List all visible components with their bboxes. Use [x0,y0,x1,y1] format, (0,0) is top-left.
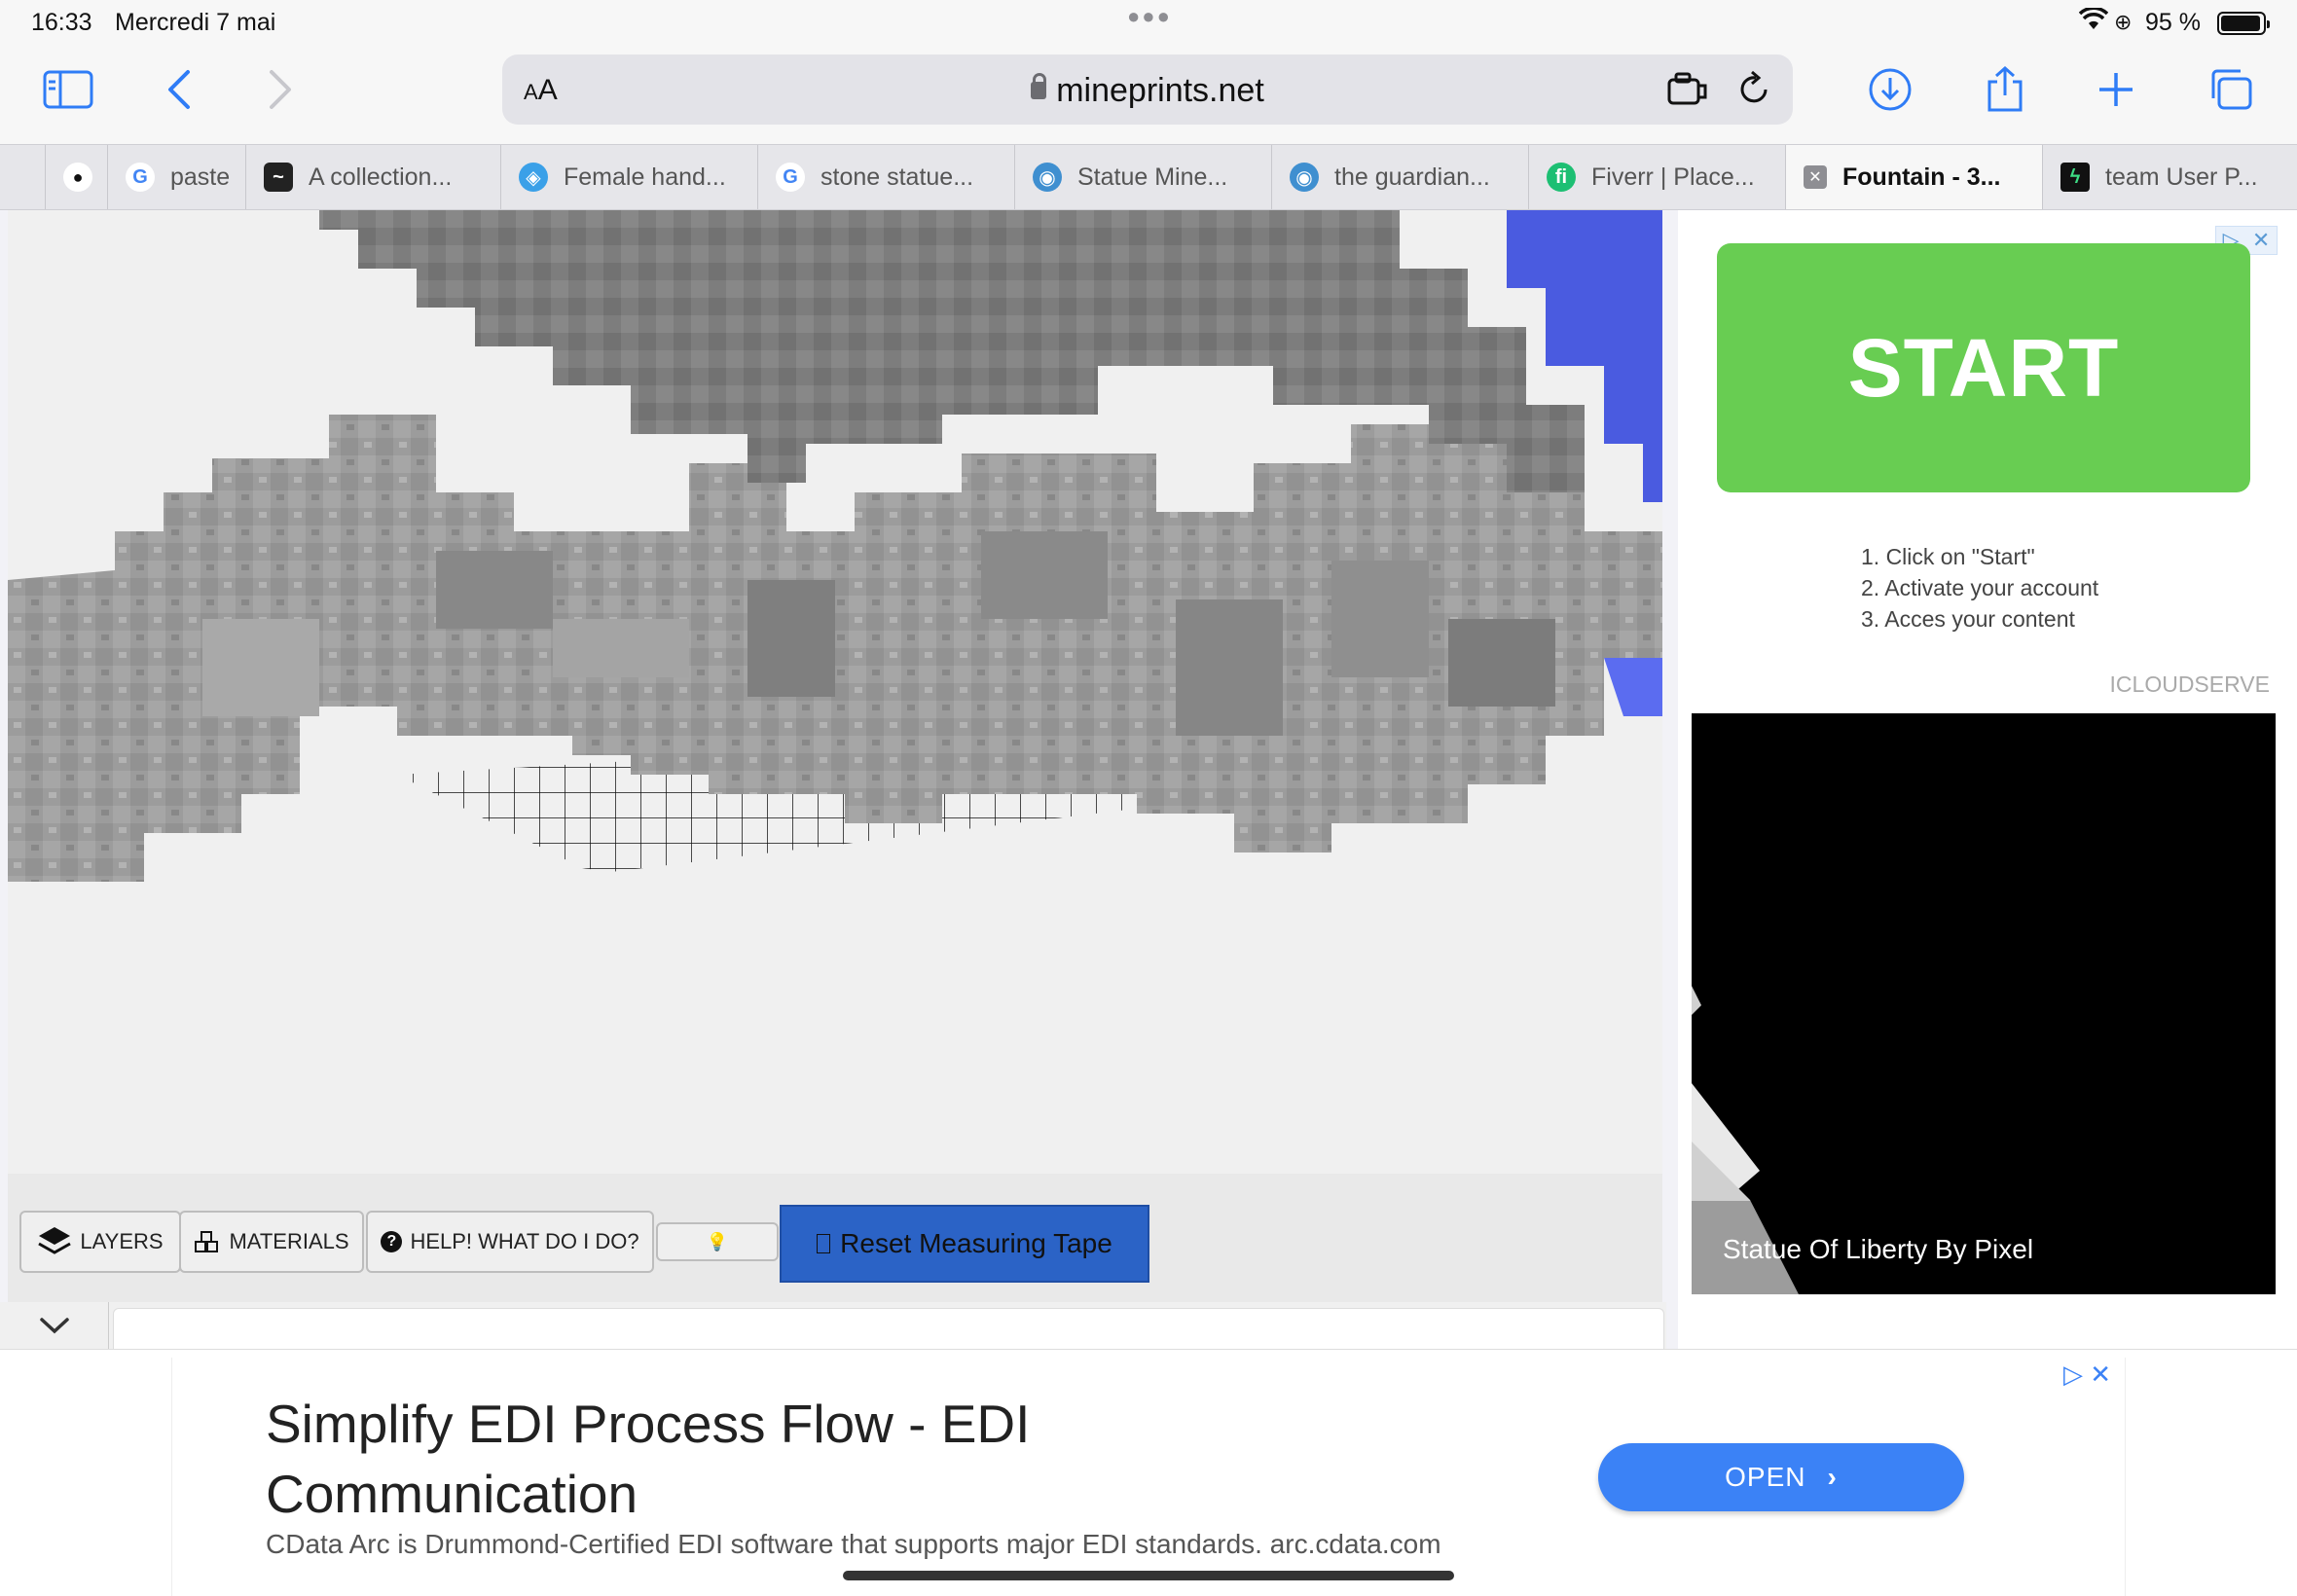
bolt-icon: ϟ [2060,163,2090,192]
video-player[interactable]: Statue Of Liberty By Pixel [1692,713,2276,1294]
sidebar-toggle-icon[interactable] [35,58,101,121]
tape-icon [817,1234,831,1253]
ad-step: 1. Click on "Start" [1861,544,2035,569]
collapse-button[interactable] [0,1302,109,1349]
ad-headline[interactable]: Simplify EDI Process Flow - EDI Communic… [266,1389,1161,1529]
help-button[interactable]: ? HELP! WHAT DO I DO? [366,1211,654,1273]
battery-percent: 95 % [2145,9,2201,36]
home-indicator[interactable] [843,1571,1454,1580]
battery-icon [2217,12,2270,35]
forward-icon[interactable] [247,58,313,121]
blocks-icon [195,1231,219,1252]
panel-content [113,1308,1664,1349]
wifi-icon [2079,8,2108,29]
google-icon: G [126,163,155,192]
globe-icon: ◉ [1033,163,1062,192]
tab-fountain[interactable]: ✕ Fountain - 3... [1785,145,2042,209]
status-date: Mercredi 7 mai [115,9,276,36]
tab-collection[interactable]: ~ A collection... [245,145,500,209]
browser-toolbar: AA mineprints.net [0,45,2297,144]
stone-block [981,531,1108,619]
fiverr-icon: fi [1547,163,1576,192]
stone-block [553,619,689,677]
lock-icon [1031,73,1047,99]
tab-fiverr[interactable]: fi Fiverr | Place... [1528,145,1785,209]
cube-icon: ◈ [519,163,548,192]
ad-description: CData Arc is Drummond-Certified EDI soft… [266,1529,1441,1559]
stone-block [1331,561,1429,677]
status-time: 16:33 [31,9,92,36]
tab-guardian[interactable]: ◉ the guardian... [1271,145,1528,209]
multitasking-dots-icon[interactable]: ●●● [1127,4,1172,29]
stone-block [1448,619,1555,707]
chevron-down-icon [39,1318,69,1334]
lightbulb-icon: 💡 [706,1231,729,1251]
ad-step: 2. Activate your account [1861,575,2099,600]
tab-statue-mine[interactable]: ◉ Statue Mine... [1014,145,1271,209]
close-tab-icon[interactable]: ✕ [1804,165,1827,189]
url-text: mineprints.net [1056,72,1264,109]
procreate-icon: ~ [264,163,293,192]
adchoices-icon[interactable]: ▷ ✕ [2063,1360,2111,1390]
tab-paste[interactable]: Gpaste [107,145,245,209]
tab-overview-icon[interactable] [2198,58,2264,121]
orientation-lock-icon: ⊕ [2114,10,2133,34]
globe-icon: ◉ [1290,163,1319,192]
materials-button[interactable]: MATERIALS [179,1211,364,1273]
question-icon: ? [381,1231,403,1252]
stone-block [747,580,835,697]
layers-icon [38,1227,72,1254]
address-bar[interactable]: AA mineprints.net [502,54,1793,125]
stone-block [436,551,553,629]
share-icon[interactable] [1972,58,2038,121]
status-bar: 16:33 Mercredi 7 mai ●●● ⊕ 95 % [0,0,2297,45]
layers-button[interactable]: LAYERS [19,1211,181,1273]
panel-collapse-row [0,1302,1666,1349]
ad-open-button[interactable]: OPEN › [1598,1443,1964,1511]
new-tab-icon[interactable] [2083,58,2149,121]
reload-icon[interactable] [1736,70,1771,107]
video-caption: Statue Of Liberty By Pixel [1723,1234,2034,1264]
3d-model-viewer[interactable] [8,210,1662,1174]
tab-stone-statue[interactable]: Gstone statue... [757,145,1014,209]
start-button[interactable]: START [1717,243,2250,492]
tab-team-user[interactable]: ϟ team User P... [2042,145,2297,209]
apple-icon: ● [63,163,92,192]
chevron-right-icon: › [1827,1462,1838,1492]
bottom-advertisement: Simplify EDI Process Flow - EDI Communic… [0,1349,2297,1596]
viewer-toolbar: LAYERS MATERIALS ? HELP! WHAT DO I DO? 💡… [8,1174,1662,1302]
ad-steps: 1. Click on "Start" 2. Activate your acc… [1861,541,2098,635]
stone-block [1176,599,1283,736]
stone-block [202,619,319,716]
ad-brand: ICLOUDSERVE [2109,671,2270,697]
reset-measuring-tape-button[interactable]: Reset Measuring Tape [780,1205,1149,1283]
tab-female-hand[interactable]: ◈ Female hand... [500,145,757,209]
download-icon[interactable] [1857,58,1923,121]
tab-apple[interactable]: ● [45,145,107,209]
ad-step: 3. Acces your content [1861,606,2075,632]
side-advertisement: ▷ ✕ START 1. Click on "Start" 2. Activate… [1678,210,2297,1349]
extensions-icon[interactable] [1666,72,1709,107]
water-blocks [1604,658,1662,716]
google-icon: G [776,163,805,192]
back-icon[interactable] [146,58,212,121]
hint-button[interactable]: 💡 [656,1222,779,1261]
tab-bar: ● Gpaste ~ A collection... ◈ Female hand..… [0,144,2297,210]
